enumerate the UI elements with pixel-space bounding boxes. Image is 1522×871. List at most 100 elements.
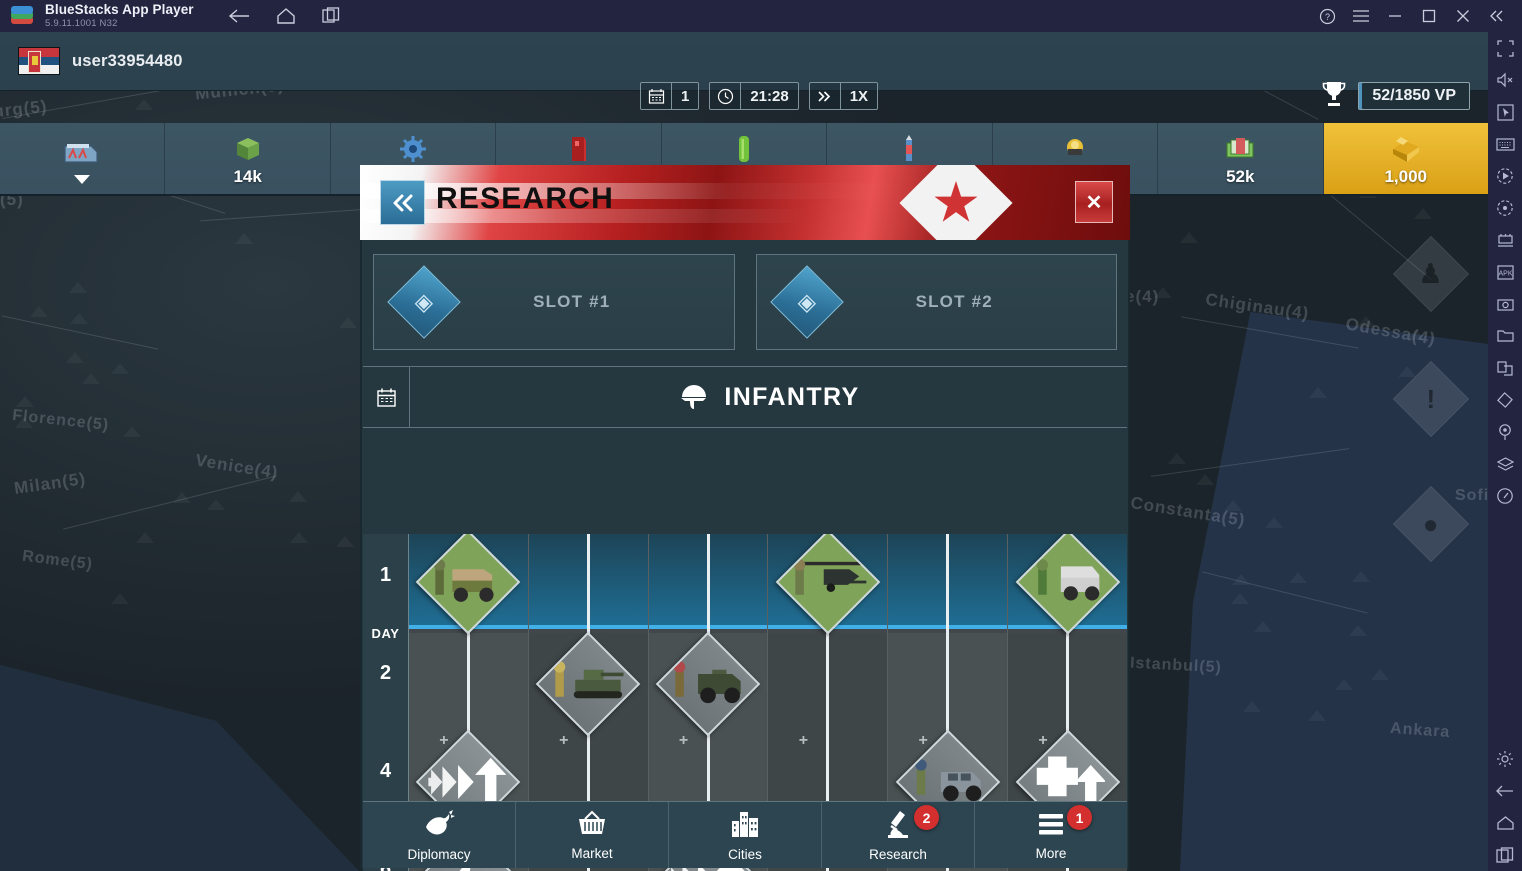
category-bar: INFANTRY bbox=[363, 366, 1127, 428]
cursor-icon[interactable] bbox=[1488, 96, 1522, 128]
fullscreen-icon[interactable] bbox=[1488, 32, 1522, 64]
map-terrain-mountain bbox=[70, 313, 88, 324]
game-top-bar: user33954480 1 21:28 1X 52/1850 VP bbox=[0, 32, 1488, 91]
nav-item-diplomacy[interactable]: Diplomacy bbox=[363, 802, 516, 868]
person-marker-icon[interactable]: ♟ bbox=[1393, 236, 1469, 312]
close-icon[interactable] bbox=[1446, 0, 1480, 32]
back-button[interactable] bbox=[380, 180, 425, 225]
nav-item-cities[interactable]: Cities bbox=[669, 802, 822, 868]
map-city-label: Venice(4) bbox=[194, 451, 280, 484]
layers-icon[interactable] bbox=[1488, 448, 1522, 480]
copy-icon[interactable] bbox=[1488, 352, 1522, 384]
screenshot-icon[interactable] bbox=[1488, 288, 1522, 320]
app-title: BlueStacks App Player bbox=[45, 3, 194, 17]
close-button[interactable]: ✕ bbox=[1075, 181, 1113, 223]
map-terrain-mountain bbox=[1168, 453, 1186, 464]
research-slot-2[interactable]: ◈ SLOT #2 bbox=[756, 254, 1118, 350]
map-border bbox=[63, 475, 277, 529]
multi-instance-icon[interactable] bbox=[322, 7, 340, 25]
map-terrain-mountain bbox=[66, 352, 84, 363]
nav-item-more[interactable]: More 1 bbox=[975, 802, 1127, 868]
map-terrain-mountain bbox=[1309, 387, 1327, 398]
resource-manpower[interactable] bbox=[0, 123, 165, 194]
sync-icon[interactable] bbox=[1488, 192, 1522, 224]
minimize-icon[interactable] bbox=[1378, 0, 1412, 32]
victory-points-group[interactable]: 52/1850 VP bbox=[1319, 79, 1470, 112]
help-icon[interactable]: ? bbox=[1310, 0, 1344, 32]
recents-icon[interactable] bbox=[1488, 839, 1522, 871]
research-slot-label: SLOT #1 bbox=[450, 292, 694, 312]
back-arrow-icon[interactable] bbox=[228, 7, 250, 25]
tech-node-placeholder[interactable]: + bbox=[557, 734, 570, 747]
player-username[interactable]: user33954480 bbox=[72, 52, 183, 71]
multi-instance-manager-icon[interactable] bbox=[1488, 224, 1522, 256]
shake-icon[interactable] bbox=[1488, 480, 1522, 512]
calendar-icon[interactable] bbox=[363, 367, 410, 427]
nav-item-label: Market bbox=[571, 846, 612, 861]
settings-icon[interactable] bbox=[1488, 743, 1522, 775]
tech-node-placeholder[interactable]: + bbox=[1037, 734, 1050, 747]
rotate-icon[interactable] bbox=[1488, 384, 1522, 416]
collapse-sidebar-icon[interactable] bbox=[1480, 0, 1514, 32]
gold-icon bbox=[1385, 131, 1427, 165]
map-terrain-mountain bbox=[30, 306, 48, 317]
map-city-label: Istanbul(5) bbox=[1130, 655, 1223, 678]
chevron-down-icon[interactable] bbox=[74, 175, 90, 184]
map-city-label: burg(5) bbox=[0, 97, 48, 124]
macro-record-icon[interactable] bbox=[1488, 160, 1522, 192]
day-chip[interactable]: 1 bbox=[640, 82, 699, 110]
map-terrain-mountain bbox=[336, 536, 354, 547]
location-icon[interactable] bbox=[1488, 416, 1522, 448]
resource-money[interactable]: 52k bbox=[1158, 123, 1323, 194]
bluestacks-title-block: BlueStacks App Player 5.9.11.1001 N32 bbox=[45, 3, 194, 28]
day-value: 1 bbox=[671, 83, 698, 109]
map-city-label: Rome(5) bbox=[21, 548, 94, 575]
time-chip[interactable]: 21:28 bbox=[709, 82, 798, 110]
tech-node-placeholder[interactable]: + bbox=[917, 734, 930, 747]
research-slot-1[interactable]: ◈ SLOT #1 bbox=[373, 254, 735, 350]
map-terrain-mountain bbox=[1254, 621, 1272, 632]
resource-materials[interactable]: 14k bbox=[165, 123, 330, 194]
nav-item-label: Diplomacy bbox=[407, 847, 470, 862]
time-value: 21:28 bbox=[740, 83, 797, 109]
install-apk-icon[interactable]: APK bbox=[1488, 256, 1522, 288]
nav-item-market[interactable]: Market bbox=[516, 802, 669, 868]
maximize-icon[interactable] bbox=[1412, 0, 1446, 32]
map-terrain-mountain bbox=[111, 593, 129, 604]
tech-node-placeholder[interactable]: + bbox=[437, 734, 450, 747]
nav-item-research[interactable]: Research 2 bbox=[822, 802, 975, 868]
food-icon bbox=[733, 131, 755, 165]
svg-text:?: ? bbox=[1324, 12, 1329, 22]
trophy-icon bbox=[1319, 79, 1349, 112]
research-slot-label: SLOT #2 bbox=[833, 292, 1077, 312]
menu-icon[interactable] bbox=[1344, 0, 1378, 32]
map-terrain-mountain bbox=[1265, 517, 1283, 528]
speed-value: 1X bbox=[840, 83, 877, 109]
map-city-label: Sofia bbox=[1455, 487, 1488, 505]
notification-badge: 1 bbox=[1067, 805, 1092, 830]
keyboard-controls-icon[interactable] bbox=[1488, 128, 1522, 160]
calendar-icon bbox=[641, 88, 671, 105]
tech-node-placeholder[interactable]: + bbox=[677, 734, 690, 747]
mute-icon[interactable] bbox=[1488, 64, 1522, 96]
research-modal-body: ◈SLOT #1◈SLOT #2 INFANTRY 1246DAY bbox=[360, 240, 1130, 871]
resource-gold[interactable]: 1,000 bbox=[1324, 123, 1488, 194]
speed-chip[interactable]: 1X bbox=[809, 82, 878, 110]
back-icon[interactable] bbox=[1488, 775, 1522, 807]
victory-points-value: 52/1850 VP bbox=[1358, 82, 1470, 110]
page-title: RESEARCH bbox=[436, 182, 614, 216]
research-slot-row: ◈ SLOT #1 ◈ SLOT #2 bbox=[362, 240, 1128, 360]
research-modal-header: RESEARCH ★ ✕ bbox=[360, 165, 1130, 240]
map-terrain-mountain bbox=[135, 99, 153, 110]
resource-value: 52k bbox=[1226, 167, 1254, 187]
game-viewport: Munich(5)burg(5)Bregenz(5)Innsbruck(5)(5… bbox=[0, 32, 1488, 871]
media-manager-icon[interactable] bbox=[1488, 320, 1522, 352]
home-icon[interactable] bbox=[276, 7, 296, 25]
map-terrain-mountain bbox=[1232, 574, 1250, 585]
home-icon[interactable] bbox=[1488, 807, 1522, 839]
tech-node-placeholder[interactable]: + bbox=[797, 734, 810, 747]
map-terrain-mountain bbox=[1352, 571, 1370, 582]
day-tick-2: 2 bbox=[363, 662, 408, 685]
category-title-group[interactable]: INFANTRY bbox=[410, 367, 1127, 427]
nav-item-label: More bbox=[1036, 846, 1067, 861]
